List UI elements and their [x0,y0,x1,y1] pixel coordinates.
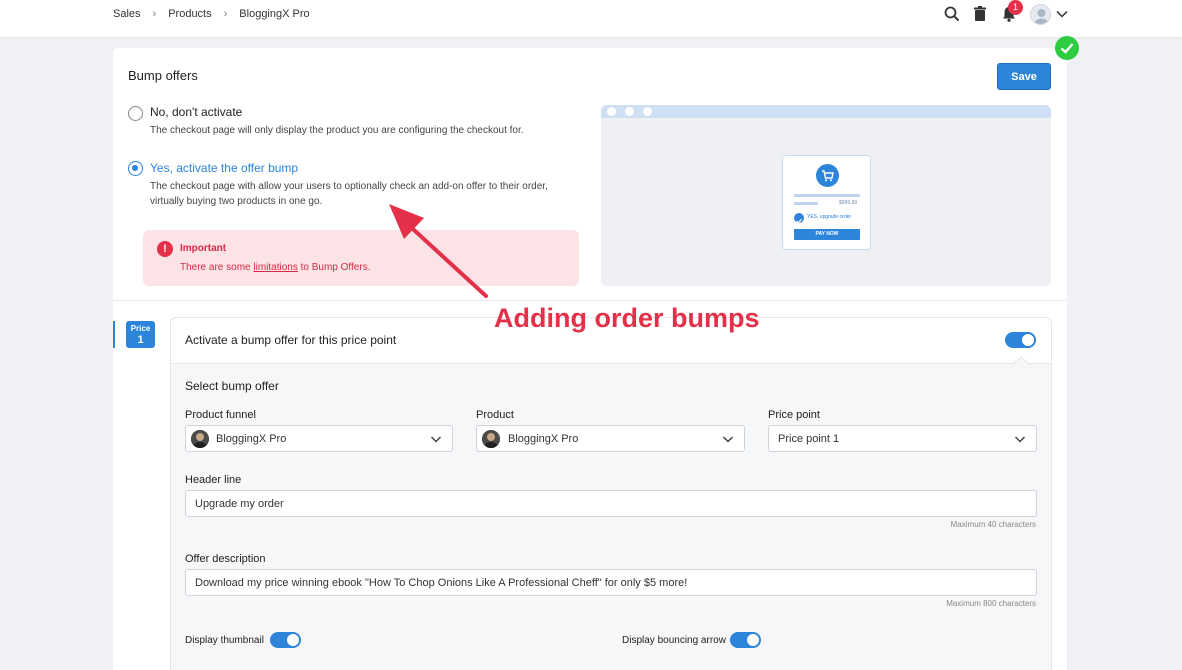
funnel-value: BloggingX Pro [216,433,287,445]
offer-description-input[interactable]: Download my price winning ebook "How To … [185,569,1037,596]
alert-icon: ! [157,241,173,257]
trash-icon[interactable] [971,5,989,23]
price-point-label: Price point [768,409,820,421]
avatar[interactable] [1030,4,1051,25]
price-tab-accent [113,321,115,348]
annotation-arrow [389,204,488,298]
header-line-value: Upgrade my order [195,498,284,510]
price-tab-label: Price [130,324,151,333]
price-point-tab[interactable]: Price 1 [126,321,155,348]
chevron-down-icon [431,436,441,443]
breadcrumb: Sales › Products › BloggingX Pro [113,8,310,20]
search-icon[interactable] [943,5,961,23]
option-yes-desc-1: The checkout page with allow your users … [150,181,548,192]
mini-line [794,202,818,205]
window-dot [643,107,652,116]
product-select[interactable]: BloggingX Pro [476,425,745,452]
breadcrumb-products[interactable]: Products [168,8,211,20]
alert-title: Important [180,243,227,254]
price-point-value: Price point 1 [778,433,840,445]
checkout-preview: $999.99 YES, upgrade order PAY NOW [601,105,1051,286]
mini-pay-button: PAY NOW [794,229,860,240]
display-arrow-toggle[interactable] [730,632,761,648]
window-dot [607,107,616,116]
chevron-right-icon: › [152,8,157,20]
option-yes-title[interactable]: Yes, activate the offer bump [150,161,298,175]
header-line-hint: Maximum 40 characters [950,520,1036,529]
display-thumbnail-label: Display thumbnail [185,635,264,646]
option-yes-desc-2: virtually buying two products in one go. [150,196,323,207]
offer-description-label: Offer description [185,553,266,565]
product-value: BloggingX Pro [508,433,579,445]
header-line-label: Header line [185,474,242,486]
select-bump-title: Select bump offer [185,379,279,393]
annotation-text: Adding order bumps [494,303,760,333]
mini-check-icon [794,213,804,224]
display-arrow-label: Display bouncing arrow [622,635,726,646]
limitations-link[interactable]: limitations [253,262,297,273]
offer-description-value: Download my price winning ebook "How To … [195,577,688,589]
display-thumbnail-toggle[interactable] [270,632,301,648]
notification-badge: 1 [1008,0,1023,15]
divider [113,300,1067,301]
breadcrumb-sales[interactable]: Sales [113,8,141,20]
save-button[interactable]: Save [997,63,1051,90]
caret-up-icon [1011,356,1031,366]
mini-checkout: $999.99 YES, upgrade order PAY NOW [782,155,871,250]
browser-bar [601,105,1051,118]
option-no-title[interactable]: No, don't activate [150,105,242,119]
price-tab-number: 1 [137,334,144,346]
cart-icon [816,164,839,187]
mini-line [794,194,860,197]
activate-toggle[interactable] [1005,332,1036,348]
mini-upgrade-text: YES, upgrade order [807,214,852,220]
alert-text: There are some limitations to Bump Offer… [180,262,370,273]
breadcrumb-current: BloggingX Pro [239,8,310,20]
window-dot [625,107,634,116]
alert-text-prefix: There are some [180,262,254,273]
radio-activate[interactable] [128,161,143,176]
header-line-input[interactable]: Upgrade my order [185,490,1037,517]
mini-price: $999.99 [839,200,858,206]
alert-text-suffix: to Bump Offers. [297,262,371,273]
chevron-down-icon[interactable] [1055,7,1069,21]
section-title: Bump offers [128,68,198,83]
chevron-down-icon [1015,436,1025,443]
chevron-right-icon: › [223,8,228,20]
funnel-label: Product funnel [185,409,256,421]
saved-status [1055,36,1079,60]
check-icon [1060,43,1074,54]
radio-no-activate[interactable] [128,106,143,121]
product-thumbnail [482,430,500,448]
product-thumbnail [191,430,209,448]
price-point-select[interactable]: Price point 1 [768,425,1037,452]
option-no-desc: The checkout page will only display the … [150,125,524,136]
chevron-down-icon [723,436,733,443]
activate-title: Activate a bump offer for this price poi… [185,333,397,347]
important-alert [143,230,579,286]
funnel-select[interactable]: BloggingX Pro [185,425,453,452]
product-label: Product [476,409,514,421]
offer-description-hint: Maximum 800 characters [946,599,1036,608]
